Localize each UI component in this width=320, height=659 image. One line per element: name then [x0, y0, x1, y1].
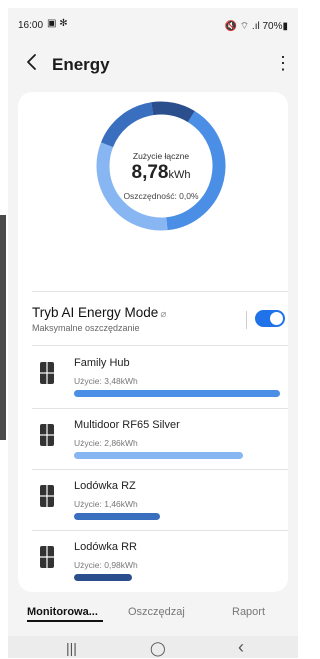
usage-bar — [74, 452, 244, 459]
phone-screen: 16:00 ▣ ✻ 🔇 ⌔ .ıl 70%▮ Energy ⋮ Zużycie … — [8, 8, 298, 658]
total-usage-number: 8,78 — [131, 162, 169, 183]
active-tab-indicator — [27, 620, 103, 622]
energy-card: Zużycie łączne 8,78kWh Oszczędność: 0,0%… — [18, 92, 288, 592]
system-nav-bar: ||| ◯ ‹ — [8, 636, 298, 658]
page-title: Energy — [52, 55, 110, 74]
notification-icons: ▣ ✻ — [47, 18, 68, 29]
status-bar: 16:00 ▣ ✻ 🔇 ⌔ .ıl 70%▮ — [8, 8, 298, 38]
device-item-lodowka-rr[interactable]: Lodówka RR Użycie: 0,98kWh — [18, 530, 288, 592]
system-status: 🔇 ⌔ .ıl 70%▮ — [224, 21, 288, 32]
saving-percent: Oszczędność: 0,0% — [123, 191, 199, 201]
device-name: Lodówka RR — [74, 541, 137, 553]
device-item-family-hub[interactable]: Family Hub Użycie: 3,48kWh — [18, 346, 288, 408]
device-name: Lodówka RZ — [74, 480, 136, 492]
recent-apps-icon[interactable]: ||| — [66, 640, 77, 656]
app-bar: Energy ⋮ — [8, 44, 298, 84]
home-icon[interactable]: ◯ — [150, 640, 166, 657]
device-usage: Użycie: 1,46kWh — [74, 499, 138, 509]
tab-report[interactable]: Raport — [232, 606, 265, 618]
toggle-knob — [270, 312, 283, 325]
more-vertical-icon: ⋮ — [274, 53, 292, 73]
device-usage: Użycie: 0,98kWh — [74, 560, 138, 570]
bottom-tabs: Monitorowa... Oszczędzaj Raport — [8, 598, 298, 628]
device-usage: Użycie: 3,48kWh — [74, 376, 138, 386]
donut-center: Zużycie łączne 8,78kWh Oszczędność: 0,0% — [95, 100, 227, 232]
fridge-icon — [40, 485, 54, 507]
fridge-icon — [40, 546, 54, 568]
ai-mode-title-text: Tryb AI Energy Mode — [32, 305, 159, 320]
ai-mode-title: Tryb AI Energy Mode ⌀ — [32, 305, 166, 320]
total-usage-label: Zużycie łączne — [132, 151, 190, 161]
device-name: Multidoor RF65 Silver — [74, 419, 180, 431]
total-usage-unit: kWh — [168, 169, 191, 181]
separator — [246, 311, 247, 329]
side-edge — [0, 215, 6, 440]
device-usage: Użycie: 2,86kWh — [74, 438, 138, 448]
fridge-icon — [40, 362, 54, 384]
tab-monitor[interactable]: Monitorowa... — [27, 606, 98, 618]
device-item-multidoor[interactable]: Multidoor RF65 Silver Użycie: 2,86kWh — [18, 408, 288, 470]
usage-bar — [74, 574, 132, 581]
more-options-button[interactable]: ⋮ — [274, 52, 292, 76]
device-item-lodowka-rz[interactable]: Lodówka RZ Użycie: 1,46kWh — [18, 469, 288, 531]
ai-mode-toggle[interactable] — [255, 310, 285, 327]
back-button[interactable] — [22, 50, 44, 74]
tab-save[interactable]: Oszczędzaj — [128, 606, 185, 618]
leaf-icon: ⌀ — [160, 309, 167, 320]
usage-bar — [74, 390, 280, 397]
back-nav-icon[interactable]: ‹ — [238, 637, 244, 658]
total-usage-value: 8,78kWh — [95, 162, 227, 184]
status-time: 16:00 — [18, 20, 44, 31]
chevron-left-icon — [27, 54, 36, 70]
device-name: Family Hub — [74, 357, 130, 369]
fridge-icon — [40, 424, 54, 446]
usage-bar — [74, 513, 161, 520]
divider — [32, 291, 288, 292]
ai-mode-subtitle: Maksymalne oszczędzanie — [32, 323, 140, 333]
